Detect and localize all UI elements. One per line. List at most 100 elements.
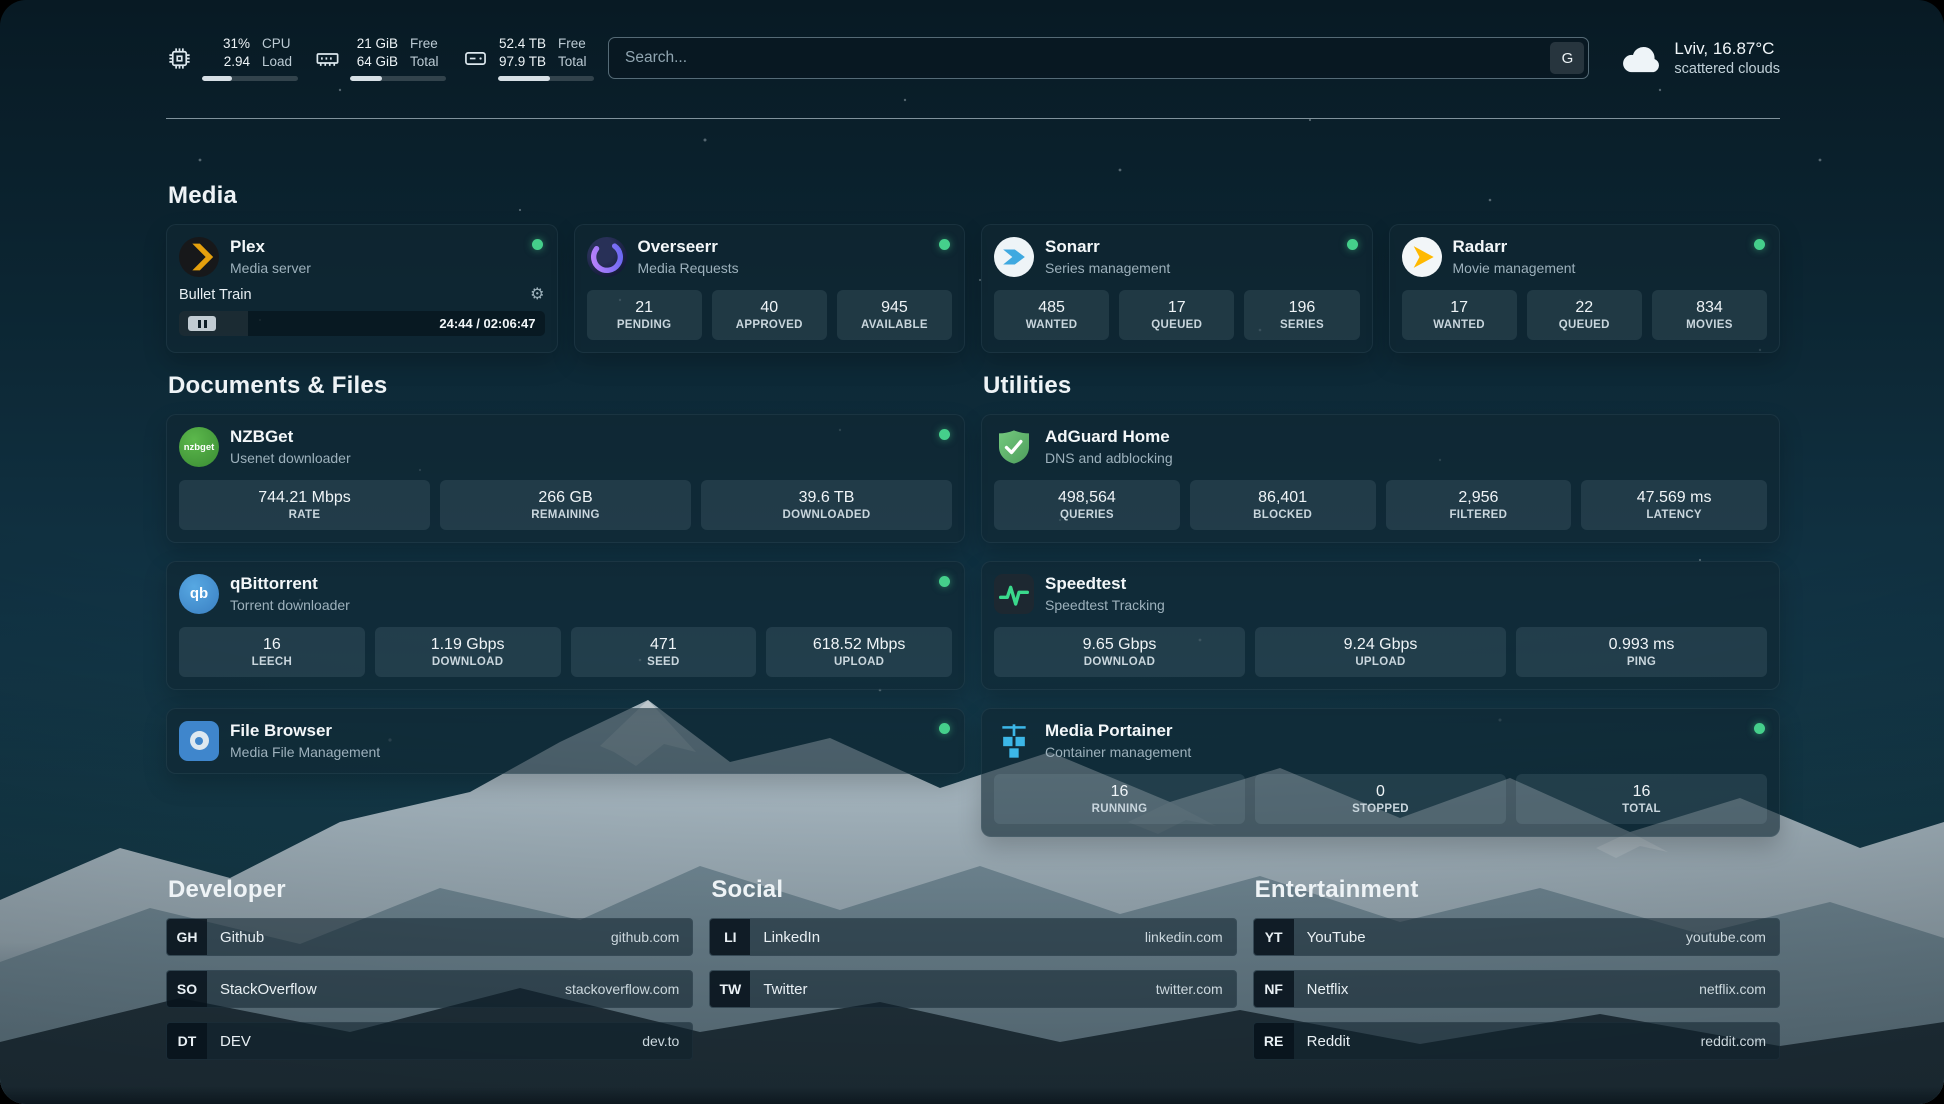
app-subtitle: Media server: [230, 260, 311, 277]
status-online-dot: [1754, 239, 1765, 250]
stat-leech: 16 LEECH: [179, 627, 365, 677]
app-card-nzbget[interactable]: nzbget NZBGet Usenet downloader 744.21 M…: [166, 414, 965, 543]
app-name: Plex: [230, 237, 311, 257]
bookmark-youtube[interactable]: YT YouTube youtube.com: [1253, 918, 1780, 956]
ram-progress-fill: [350, 76, 382, 81]
disk-icon: [462, 45, 489, 72]
search-input[interactable]: [608, 37, 1589, 79]
bookmark-linkedin[interactable]: LI LinkedIn linkedin.com: [709, 918, 1236, 956]
stat-wanted: 485 WANTED: [994, 290, 1109, 340]
app-name: Radarr: [1453, 237, 1576, 257]
header-divider: [166, 118, 1780, 119]
app-card-qbittorrent[interactable]: qb qBittorrent Torrent downloader 16 LEE…: [166, 561, 965, 690]
stat-pending: 21 PENDING: [587, 290, 702, 340]
stat-total: 16 TOTAL: [1516, 774, 1767, 824]
cpu-usage-widget: 31% 2.94 CPU Load: [166, 35, 298, 80]
app-subtitle: Container management: [1045, 744, 1191, 761]
app-name: Media Portainer: [1045, 721, 1191, 741]
pause-button[interactable]: [188, 316, 216, 331]
app-card-overseerr[interactable]: Overseerr Media Requests 21 PENDING 40 A…: [574, 224, 966, 353]
stat-download: 1.19 Gbps DOWNLOAD: [375, 627, 561, 677]
filebrowser-icon: [179, 721, 219, 761]
now-playing-title: Bullet Train: [179, 287, 252, 303]
app-card-sonarr[interactable]: Sonarr Series management 485 WANTED 17 Q…: [981, 224, 1373, 353]
cpu-load-value: 2.94: [224, 53, 250, 71]
stat-approved: 40 APPROVED: [712, 290, 827, 340]
playback-progress-bar[interactable]: 24:44 / 02:06:47: [179, 311, 545, 336]
bookmark-github[interactable]: GH Github github.com: [166, 918, 693, 956]
bookmark-dev[interactable]: DT DEV dev.to: [166, 1022, 693, 1060]
bookmark-stackoverflow[interactable]: SO StackOverflow stackoverflow.com: [166, 970, 693, 1008]
dashboard-screen: 31% 2.94 CPU Load: [0, 0, 1944, 1104]
app-subtitle: Movie management: [1453, 260, 1576, 277]
stat-available: 945 AVAILABLE: [837, 290, 952, 340]
app-card-speedtest[interactable]: Speedtest Speedtest Tracking 9.65 Gbps D…: [981, 561, 1780, 690]
status-online-dot: [939, 239, 950, 250]
weather-condition: scattered clouds: [1674, 60, 1780, 78]
weather-location: Lviv, 16.87°C: [1674, 38, 1780, 59]
ram-free-label: Free: [410, 35, 438, 53]
stat-rate: 744.21 Mbps RATE: [179, 480, 430, 530]
cpu-progress-fill: [202, 76, 232, 81]
search-engine-button[interactable]: G: [1550, 42, 1584, 74]
cpu-label: CPU: [262, 35, 291, 53]
section-utilities: Utilities AdGuard Home: [981, 372, 1780, 855]
app-card-filebrowser[interactable]: File Browser Media File Management: [166, 708, 965, 774]
stat-upload: 9.24 Gbps UPLOAD: [1255, 627, 1506, 677]
stackoverflow-icon: SO: [167, 971, 207, 1007]
weather-widget[interactable]: Lviv, 16.87°C scattered clouds: [1619, 38, 1780, 77]
cpu-load-label: Load: [262, 53, 292, 71]
plex-icon: [179, 237, 219, 277]
ram-free-value: 21 GiB: [357, 35, 398, 53]
bookmark-reddit[interactable]: RE Reddit reddit.com: [1253, 1022, 1780, 1060]
gear-icon[interactable]: ⚙: [530, 287, 544, 303]
bookmark-netflix[interactable]: NF Netflix netflix.com: [1253, 970, 1780, 1008]
speedtest-icon: [994, 574, 1034, 614]
cpu-icon: [166, 45, 193, 72]
app-subtitle: Media File Management: [230, 744, 380, 761]
stat-seed: 471 SEED: [571, 627, 757, 677]
stat-queries: 498,564 QUERIES: [994, 480, 1180, 530]
bookmark-group-entertainment: Entertainment YT YouTube youtube.com NF …: [1253, 876, 1780, 1074]
app-card-portainer[interactable]: Media Portainer Container management 16 …: [981, 708, 1780, 837]
status-online-dot: [532, 239, 543, 250]
search-bar: G: [608, 37, 1589, 79]
app-subtitle: Speedtest Tracking: [1045, 597, 1165, 614]
stat-stopped: 0 STOPPED: [1255, 774, 1506, 824]
portainer-icon: [994, 721, 1034, 761]
section-title-utilities: Utilities: [983, 372, 1780, 400]
app-name: qBittorrent: [230, 574, 350, 594]
section-title-developer: Developer: [168, 876, 693, 904]
section-documents-files: Documents & Files nzbget NZBGet Usenet d…: [166, 372, 965, 792]
app-card-radarr[interactable]: Radarr Movie management 17 WANTED 22 QUE…: [1389, 224, 1781, 353]
stat-filtered: 2,956 FILTERED: [1386, 480, 1572, 530]
bookmark-group-developer: Developer GH Github github.com SO StackO…: [166, 876, 693, 1074]
ram-total-value: 64 GiB: [357, 53, 398, 71]
disk-total-label: Total: [558, 53, 587, 71]
cpu-percent-value: 31%: [223, 35, 250, 53]
app-subtitle: Media Requests: [638, 260, 739, 277]
ram-progress-track: [350, 76, 446, 81]
stat-downloaded: 39.6 TB DOWNLOADED: [701, 480, 952, 530]
disk-progress-fill: [498, 76, 550, 81]
stat-blocked: 86,401 BLOCKED: [1190, 480, 1376, 530]
app-subtitle: Usenet downloader: [230, 450, 351, 467]
youtube-icon: YT: [1254, 919, 1294, 955]
app-name: AdGuard Home: [1045, 427, 1173, 447]
disk-total-value: 97.9 TB: [499, 53, 546, 71]
bookmark-twitter[interactable]: TW Twitter twitter.com: [709, 970, 1236, 1008]
stat-download: 9.65 Gbps DOWNLOAD: [994, 627, 1245, 677]
top-bar: 31% 2.94 CPU Load: [166, 30, 1780, 86]
stat-upload: 618.52 Mbps UPLOAD: [766, 627, 952, 677]
app-name: File Browser: [230, 721, 380, 741]
disk-free-value: 52.4 TB: [499, 35, 546, 53]
app-card-plex[interactable]: Plex Media server Bullet Train ⚙ 24:44 /…: [166, 224, 558, 353]
app-name: Overseerr: [638, 237, 739, 257]
reddit-icon: RE: [1254, 1023, 1294, 1059]
cpu-progress-track: [202, 76, 298, 81]
app-card-adguard[interactable]: AdGuard Home DNS and adblocking 498,564 …: [981, 414, 1780, 543]
app-subtitle: Torrent downloader: [230, 597, 350, 614]
ram-total-label: Total: [410, 53, 439, 71]
app-subtitle: DNS and adblocking: [1045, 450, 1173, 467]
section-media: Media Plex Media server: [166, 182, 1780, 353]
